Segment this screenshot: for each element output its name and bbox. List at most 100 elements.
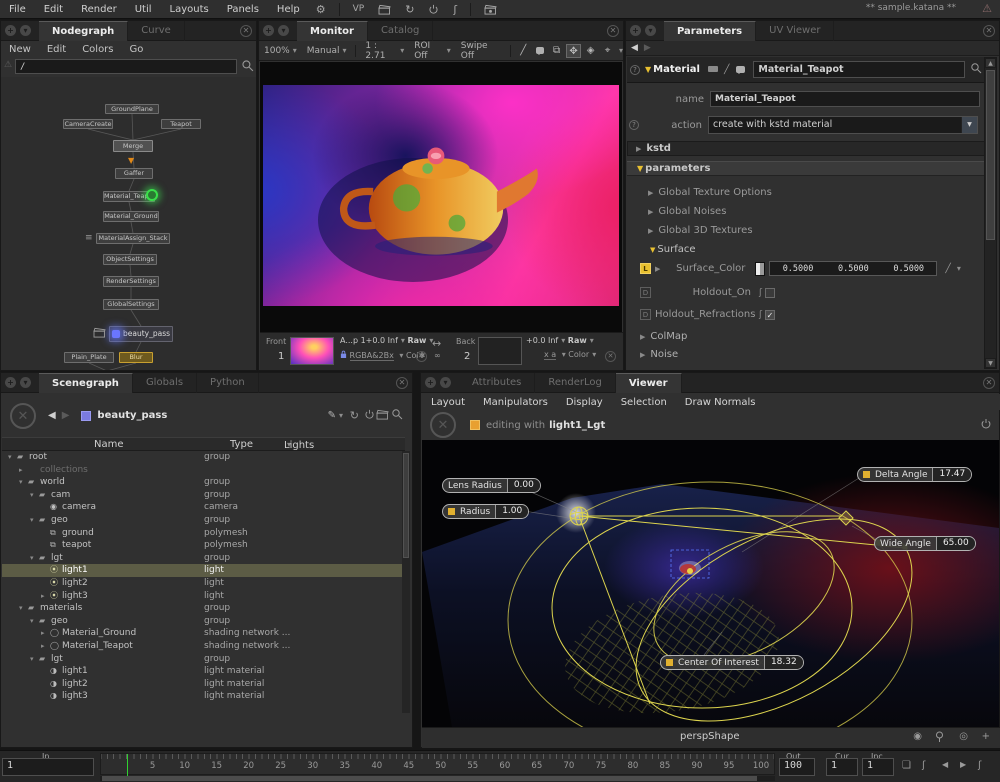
gear-icon[interactable]: ⚙ (309, 0, 333, 19)
tree-row-light1[interactable]: ⦿light1light (2, 564, 405, 577)
expander-icon[interactable]: ▸ (19, 464, 28, 477)
pen-icon[interactable]: ✎▾ (328, 410, 343, 421)
copy-icon[interactable]: ❏ (902, 760, 911, 771)
expression-icon[interactable]: ʃ (759, 288, 762, 298)
tree-row-materials[interactable]: ▾▰materialsgroup (2, 602, 405, 615)
add-icon[interactable]: + (982, 731, 990, 742)
tab-python[interactable]: Python (197, 373, 259, 393)
node-merge[interactable]: Merge (113, 140, 153, 152)
scrollbar[interactable] (402, 451, 410, 713)
chevron-down-icon[interactable]: ▾ (961, 117, 977, 133)
cur-field[interactable]: 1 (826, 758, 858, 776)
scroll-up-icon[interactable]: ▲ (985, 58, 996, 68)
keyframe-icon[interactable]: ʃ (978, 760, 981, 771)
pane-menu-icon[interactable]: ▾ (20, 377, 31, 388)
refresh-icon[interactable]: ↻ (350, 409, 359, 422)
roi-select[interactable]: ROI Off▾ (409, 41, 456, 61)
menu-help[interactable]: Help (268, 0, 309, 19)
forward-icon[interactable]: ▶ (644, 43, 651, 53)
power-icon[interactable] (980, 418, 992, 433)
front-channels[interactable]: RGBA&2Bx ▾ Col✱ (340, 350, 425, 360)
wrench-icon[interactable]: ╱ (724, 65, 729, 75)
search-icon[interactable] (241, 59, 254, 75)
expander-icon[interactable]: ▾ (19, 602, 28, 615)
nodegraph-canvas[interactable]: GroundPlaneCameraCreateTeapotMergeGaffer… (1, 77, 256, 370)
manipulator-delta-angle[interactable]: Delta Angle17.47 (857, 467, 972, 482)
scrollbar[interactable]: ▲ ▼ (984, 57, 997, 369)
default-badge[interactable]: D (640, 287, 651, 298)
node-objectsettings[interactable]: ObjectSettings (103, 254, 157, 265)
expander-icon[interactable]: ▸ (41, 640, 50, 653)
back-icon[interactable]: ◀ (48, 410, 56, 421)
power-icon[interactable] (421, 0, 446, 19)
manipulator-lens-radius[interactable]: Lens Radius0.00 (442, 478, 541, 493)
holdout-on-checkbox[interactable] (765, 288, 775, 298)
sync-icon[interactable]: ↻ (398, 0, 421, 19)
menu-file[interactable]: File (0, 0, 35, 19)
swap-icon[interactable]: ↔ (432, 337, 441, 350)
tab-renderlog[interactable]: RenderLog (535, 373, 615, 393)
pane-menu-icon[interactable]: ▾ (645, 25, 656, 36)
manipulator-value[interactable]: 65.00 (936, 536, 975, 551)
section-parameters[interactable]: ▼ parameters (627, 161, 985, 176)
tree-row-teapot[interactable]: ⧉teapotpolymesh (2, 539, 405, 552)
section-global-3d-textures[interactable]: ▶Global 3D Textures (648, 225, 753, 236)
color-values[interactable]: 0.5000 0.5000 0.5000 (769, 261, 937, 276)
pane-add-icon[interactable]: + (425, 377, 436, 388)
tree-row-world[interactable]: ▾▰worldgroup (2, 476, 405, 489)
manipulator-value[interactable]: 0.00 (507, 478, 540, 493)
tree-row-material-ground[interactable]: ▸◯Material_Groundshading network ... (2, 627, 405, 640)
viewer-menu-draw-normals[interactable]: Draw Normals (676, 397, 765, 408)
pane-menu-icon[interactable]: ▾ (440, 377, 451, 388)
tab-parameters[interactable]: Parameters (664, 21, 756, 41)
tab-scenegraph[interactable]: Scenegraph (39, 373, 133, 393)
viewer-menu-manipulators[interactable]: Manipulators (474, 397, 557, 408)
default-badge[interactable]: D (640, 309, 651, 320)
section-surface[interactable]: ▼Surface (648, 244, 696, 255)
clear-icon[interactable]: ✕ (10, 403, 36, 429)
expander-icon[interactable]: ▸ (41, 627, 50, 640)
holdout-refractions-checkbox[interactable]: ✓ (765, 310, 775, 320)
back-mix[interactable]: x a ▾ Color▾ (544, 350, 596, 359)
front-exposure[interactable]: A...p 1+0.0 Inf▾ Raw▾ (340, 336, 433, 345)
nodegraph-menu-go[interactable]: Go (122, 44, 152, 55)
slate-icon[interactable] (376, 409, 389, 423)
chevron-down-icon[interactable]: ▾ (957, 264, 961, 273)
tab-viewer[interactable]: Viewer (616, 373, 682, 393)
manipulator-center-of-interest[interactable]: Center Of Interest18.32 (660, 655, 804, 670)
viewer-menu-layout[interactable]: Layout (422, 397, 474, 408)
close-icon[interactable]: ✕ (605, 351, 616, 362)
viewer-menu-display[interactable]: Display (557, 397, 612, 408)
node-materialassign-stack[interactable]: MaterialAssign_Stack (96, 233, 170, 244)
tree-row-camera[interactable]: ◉cameracamera (2, 501, 405, 514)
forward-icon[interactable]: ▶ (62, 410, 70, 421)
monitor-viewport[interactable] (260, 62, 622, 332)
crosshair-icon[interactable]: ⌖ (600, 44, 615, 58)
close-icon[interactable]: ✕ (983, 377, 995, 389)
slate-icon[interactable] (371, 0, 398, 19)
node-teapot[interactable]: Teapot (161, 119, 201, 129)
viewer-menu-selection[interactable]: Selection (612, 397, 676, 408)
tree-row-light3[interactable]: ▸⦿light3light (2, 590, 405, 603)
comment-icon[interactable] (736, 66, 745, 73)
tab-uv-viewer[interactable]: UV Viewer (756, 21, 834, 41)
pane-menu-icon[interactable]: ▾ (20, 25, 31, 36)
close-icon[interactable]: ✕ (240, 25, 252, 37)
expander-icon[interactable]: ▾ (8, 451, 17, 464)
expander-icon[interactable]: ▾ (30, 653, 39, 666)
pan-tool-icon[interactable]: ✥ (566, 44, 581, 58)
pixel-probe-icon[interactable]: ╱ (516, 44, 531, 58)
next-frame-icon[interactable]: ▶ (960, 760, 966, 769)
tree-row-cam[interactable]: ▾▰camgroup (2, 489, 405, 502)
tab-globals[interactable]: Globals (133, 373, 197, 393)
manipulator-radius[interactable]: Radius1.00 (442, 504, 529, 519)
power-icon[interactable] (364, 409, 375, 423)
in-field[interactable]: 1 (2, 758, 94, 776)
manipulator-value[interactable]: 17.47 (932, 467, 971, 482)
section-global-texture-options[interactable]: ▶Global Texture Options (648, 187, 772, 198)
help-icon[interactable]: ? (629, 120, 639, 130)
expander-icon[interactable]: ▾ (30, 514, 39, 527)
back-icon[interactable]: ◀ (631, 43, 638, 53)
eyedropper-icon[interactable]: ╱ (945, 264, 950, 274)
tree-row-ground[interactable]: ⧉groundpolymesh (2, 527, 405, 540)
